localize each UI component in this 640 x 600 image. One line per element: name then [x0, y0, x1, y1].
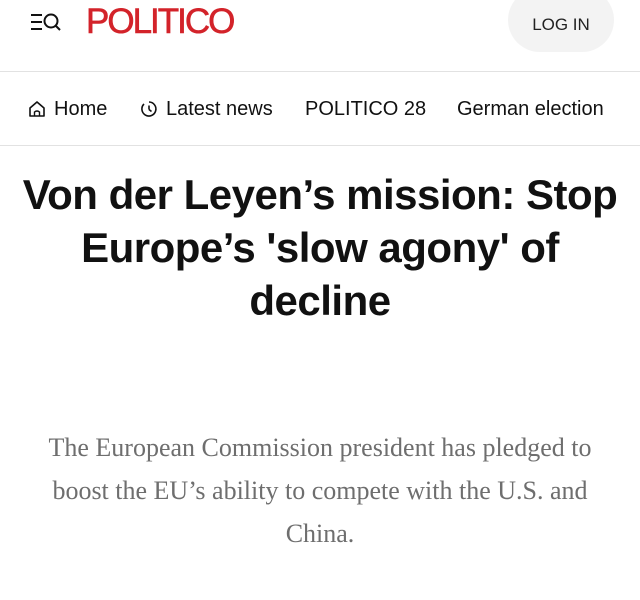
nav-item-politico-28[interactable]: POLITICO 28: [305, 96, 426, 122]
home-icon: [28, 100, 46, 118]
main-nav: Home Latest news POLITICO 28 German elec…: [0, 72, 640, 146]
nav-item-german-election[interactable]: German election: [457, 96, 604, 122]
site-header: POLITICO LOG IN: [0, 0, 640, 72]
nav-item-home[interactable]: Home: [28, 96, 107, 122]
login-button[interactable]: LOG IN: [508, 0, 614, 52]
article-headline: Von der Leyen’s mission: Stop Europe’s '…: [22, 171, 618, 324]
nav-item-label: Latest news: [166, 97, 273, 120]
nav-item-latest-news[interactable]: Latest news: [140, 96, 273, 122]
menu-search-button[interactable]: [30, 10, 64, 34]
menu-search-icon: [31, 13, 61, 31]
clock-icon: [140, 100, 158, 118]
politico-logo[interactable]: POLITICO: [86, 0, 236, 44]
article-dek: The European Commission president has pl…: [48, 433, 592, 548]
nav-item-label: Home: [54, 97, 108, 120]
nav-item-label: German election: [457, 97, 604, 120]
nav-item-label: POLITICO 28: [305, 97, 427, 120]
